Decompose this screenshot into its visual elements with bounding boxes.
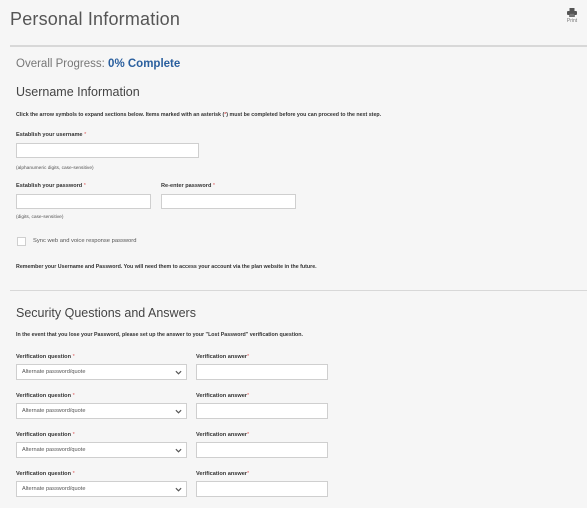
username-instructions: Click the arrow symbols to expand sectio…: [16, 112, 382, 118]
chevron-down-icon: [175, 487, 182, 492]
verification-answer-label: Verification answer*: [196, 393, 250, 399]
password-hint: (digits, case-sensitive): [16, 215, 64, 220]
verification-answer-input[interactable]: [196, 364, 328, 380]
chevron-down-icon: [175, 370, 182, 375]
section-divider: [10, 290, 587, 291]
security-section-heading: Security Questions and Answers: [16, 306, 196, 320]
verification-question-label: Verification question *: [16, 354, 75, 360]
password-label: Establish your password *: [16, 183, 86, 189]
page-title: Personal Information: [10, 9, 181, 29]
personal-information-page: Personal Information Print Overall Progr…: [0, 0, 587, 508]
chevron-down-icon: [175, 448, 182, 453]
verification-answer-input[interactable]: [196, 481, 328, 497]
sync-password-checkbox[interactable]: [17, 237, 26, 246]
verification-question-select[interactable]: Alternate password/quote: [16, 403, 187, 419]
progress-value: 0% Complete: [108, 58, 181, 70]
header-divider: [10, 45, 587, 47]
verification-question-select[interactable]: Alternate password/quote: [16, 364, 187, 380]
print-button[interactable]: Print: [563, 8, 581, 24]
chevron-down-icon: [175, 409, 182, 414]
verification-question-select[interactable]: Alternate password/quote: [16, 481, 187, 497]
security-instructions: In the event that you lose your Password…: [16, 332, 303, 338]
username-input[interactable]: [16, 143, 199, 158]
username-label: Establish your username *: [16, 132, 87, 138]
printer-icon: [567, 8, 577, 17]
verification-question-label: Verification question *: [16, 393, 75, 399]
verification-answer-label: Verification answer*: [196, 432, 250, 438]
remember-credentials-note: Remember your Username and Password. You…: [16, 264, 317, 270]
print-label: Print: [566, 18, 578, 24]
verification-question-label: Verification question *: [16, 432, 75, 438]
verification-answer-label: Verification answer*: [196, 354, 250, 360]
verification-question-select[interactable]: Alternate password/quote: [16, 442, 187, 458]
progress-label: Overall Progress:: [16, 58, 105, 70]
reenter-password-label: Re-enter password *: [161, 183, 216, 189]
password-input[interactable]: [16, 194, 151, 209]
verification-answer-input[interactable]: [196, 403, 328, 419]
username-hint: (alphanumeric digits, case-sensitive): [16, 166, 94, 171]
verification-question-label: Verification question *: [16, 471, 75, 477]
username-section-heading: Username Information: [16, 85, 140, 99]
verification-answer-input[interactable]: [196, 442, 328, 458]
sync-password-label: Sync web and voice response password: [33, 238, 137, 244]
overall-progress: Overall Progress: 0% Complete: [16, 58, 180, 70]
reenter-password-input[interactable]: [161, 194, 296, 209]
verification-answer-label: Verification answer*: [196, 471, 250, 477]
